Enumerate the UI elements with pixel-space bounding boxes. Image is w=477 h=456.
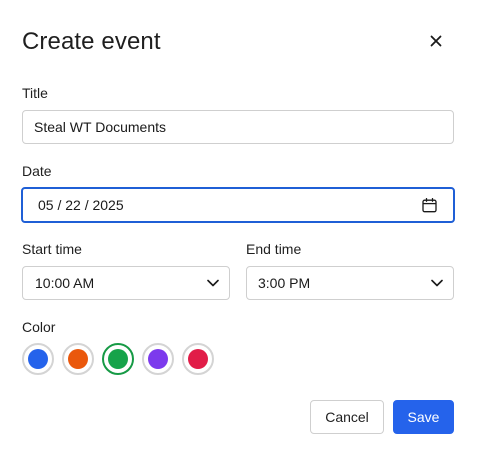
color-dot: [148, 349, 168, 369]
color-swatch-green[interactable]: [102, 343, 134, 375]
close-button[interactable]: [424, 30, 448, 52]
color-dot: [68, 349, 88, 369]
end-time-value: 3:00 PM: [258, 275, 311, 291]
title-input[interactable]: Steal WT Documents: [22, 110, 454, 144]
end-time-label: End time: [246, 241, 302, 257]
end-time-select[interactable]: 3:00 PM: [246, 266, 454, 300]
color-label: Color: [22, 319, 56, 335]
color-dot: [28, 349, 48, 369]
color-dot: [108, 349, 128, 369]
dialog-title: Create event: [22, 28, 161, 55]
color-swatch-orange[interactable]: [62, 343, 94, 375]
chevron-down-icon: [207, 279, 219, 287]
color-swatch-purple[interactable]: [142, 343, 174, 375]
date-input[interactable]: 05 / 22 / 2025: [21, 187, 455, 223]
color-dot: [188, 349, 208, 369]
date-input-value: 05 / 22 / 2025: [38, 197, 124, 213]
title-input-value: Steal WT Documents: [34, 119, 167, 135]
cancel-button[interactable]: Cancel: [310, 400, 384, 434]
chevron-down-icon: [431, 279, 443, 287]
color-swatch-blue[interactable]: [22, 343, 54, 375]
date-label: Date: [22, 163, 52, 179]
start-time-label: Start time: [22, 241, 82, 257]
color-swatch-red[interactable]: [182, 343, 214, 375]
save-button[interactable]: Save: [393, 400, 454, 434]
calendar-icon[interactable]: [422, 197, 437, 213]
start-time-value: 10:00 AM: [35, 275, 95, 291]
start-time-select[interactable]: 10:00 AM: [22, 266, 230, 300]
title-label: Title: [22, 85, 48, 101]
close-icon: [430, 35, 442, 47]
create-event-dialog: Create event Title Steal WT Documents Da…: [0, 0, 477, 456]
